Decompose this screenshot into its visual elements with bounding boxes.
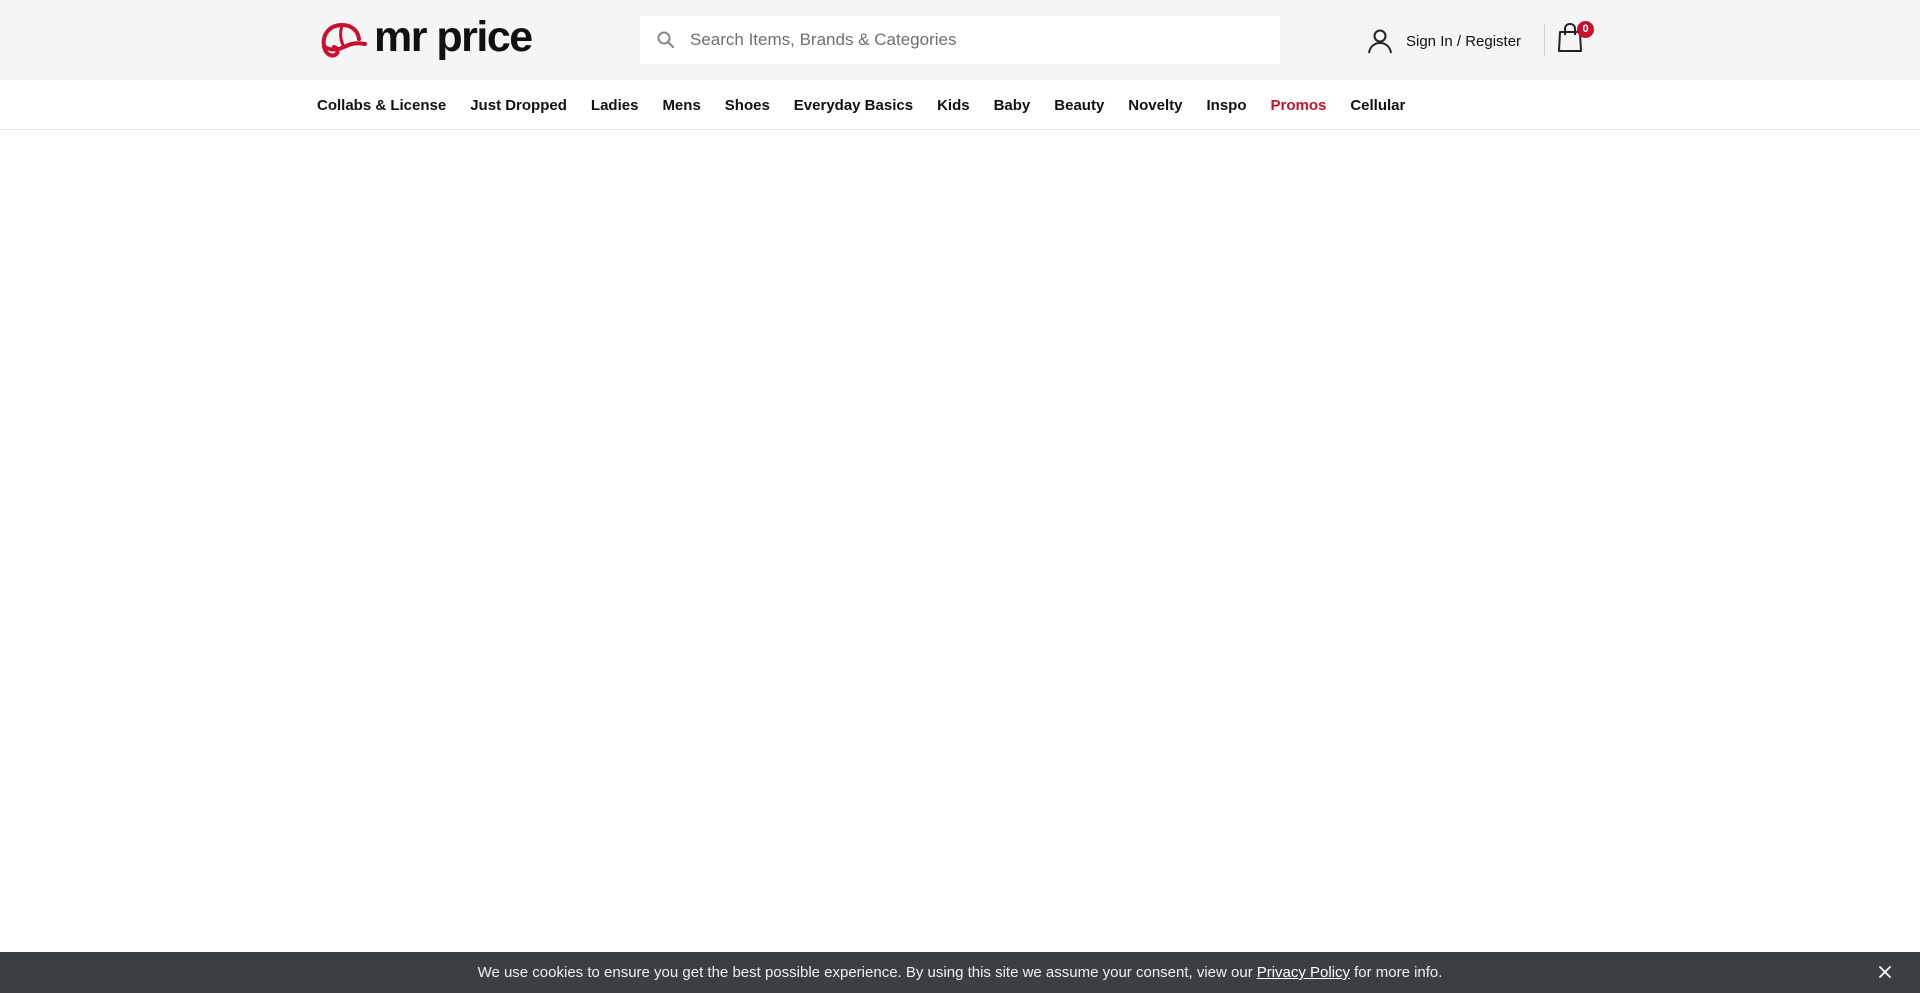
logo-wordmark: mr price [374, 13, 533, 61]
sign-in-link[interactable]: Sign In / Register [1366, 26, 1521, 56]
nav-item-everyday-basics[interactable]: Everyday Basics [794, 97, 913, 114]
sign-in-label: Sign In / Register [1406, 32, 1522, 50]
nav-item-shoes[interactable]: Shoes [725, 97, 770, 114]
nav-item-kids[interactable]: Kids [937, 97, 970, 114]
search-bar [640, 16, 1280, 64]
nav-item-novelty[interactable]: Novelty [1128, 97, 1182, 114]
cookie-text-after: for more info. [1354, 964, 1443, 981]
nav-item-collabs-license[interactable]: Collabs & License [317, 97, 446, 114]
cookie-text: We use cookies to ensure you get the bes… [477, 964, 1253, 981]
user-icon [1368, 29, 1392, 54]
cap-icon [321, 22, 367, 58]
nav-item-beauty[interactable]: Beauty [1054, 97, 1104, 114]
nav-item-baby[interactable]: Baby [994, 97, 1031, 114]
nav-list: Collabs & License Just Dropped Ladies Me… [317, 80, 1429, 130]
nav-item-promos[interactable]: Promos [1270, 97, 1326, 114]
nav-item-just-dropped[interactable]: Just Dropped [470, 97, 567, 114]
top-header: mr price Sign In / Register 0 [0, 0, 1920, 80]
close-icon[interactable] [1876, 963, 1894, 981]
header-divider [1544, 24, 1545, 56]
privacy-policy-link[interactable]: Privacy Policy [1257, 964, 1350, 981]
cart-button[interactable]: 0 [1556, 21, 1594, 58]
nav-item-mens[interactable]: Mens [662, 97, 700, 114]
cart-count-badge: 0 [1577, 21, 1594, 38]
nav-item-cellular[interactable]: Cellular [1350, 97, 1405, 114]
search-icon[interactable] [655, 29, 677, 51]
nav-item-inspo[interactable]: Inspo [1206, 97, 1246, 114]
logo[interactable]: mr price [318, 13, 533, 62]
search-input[interactable] [690, 20, 1250, 60]
cookie-banner: We use cookies to ensure you get the bes… [0, 952, 1920, 993]
nav-item-ladies[interactable]: Ladies [591, 97, 639, 114]
main-nav: Collabs & License Just Dropped Ladies Me… [0, 80, 1920, 130]
